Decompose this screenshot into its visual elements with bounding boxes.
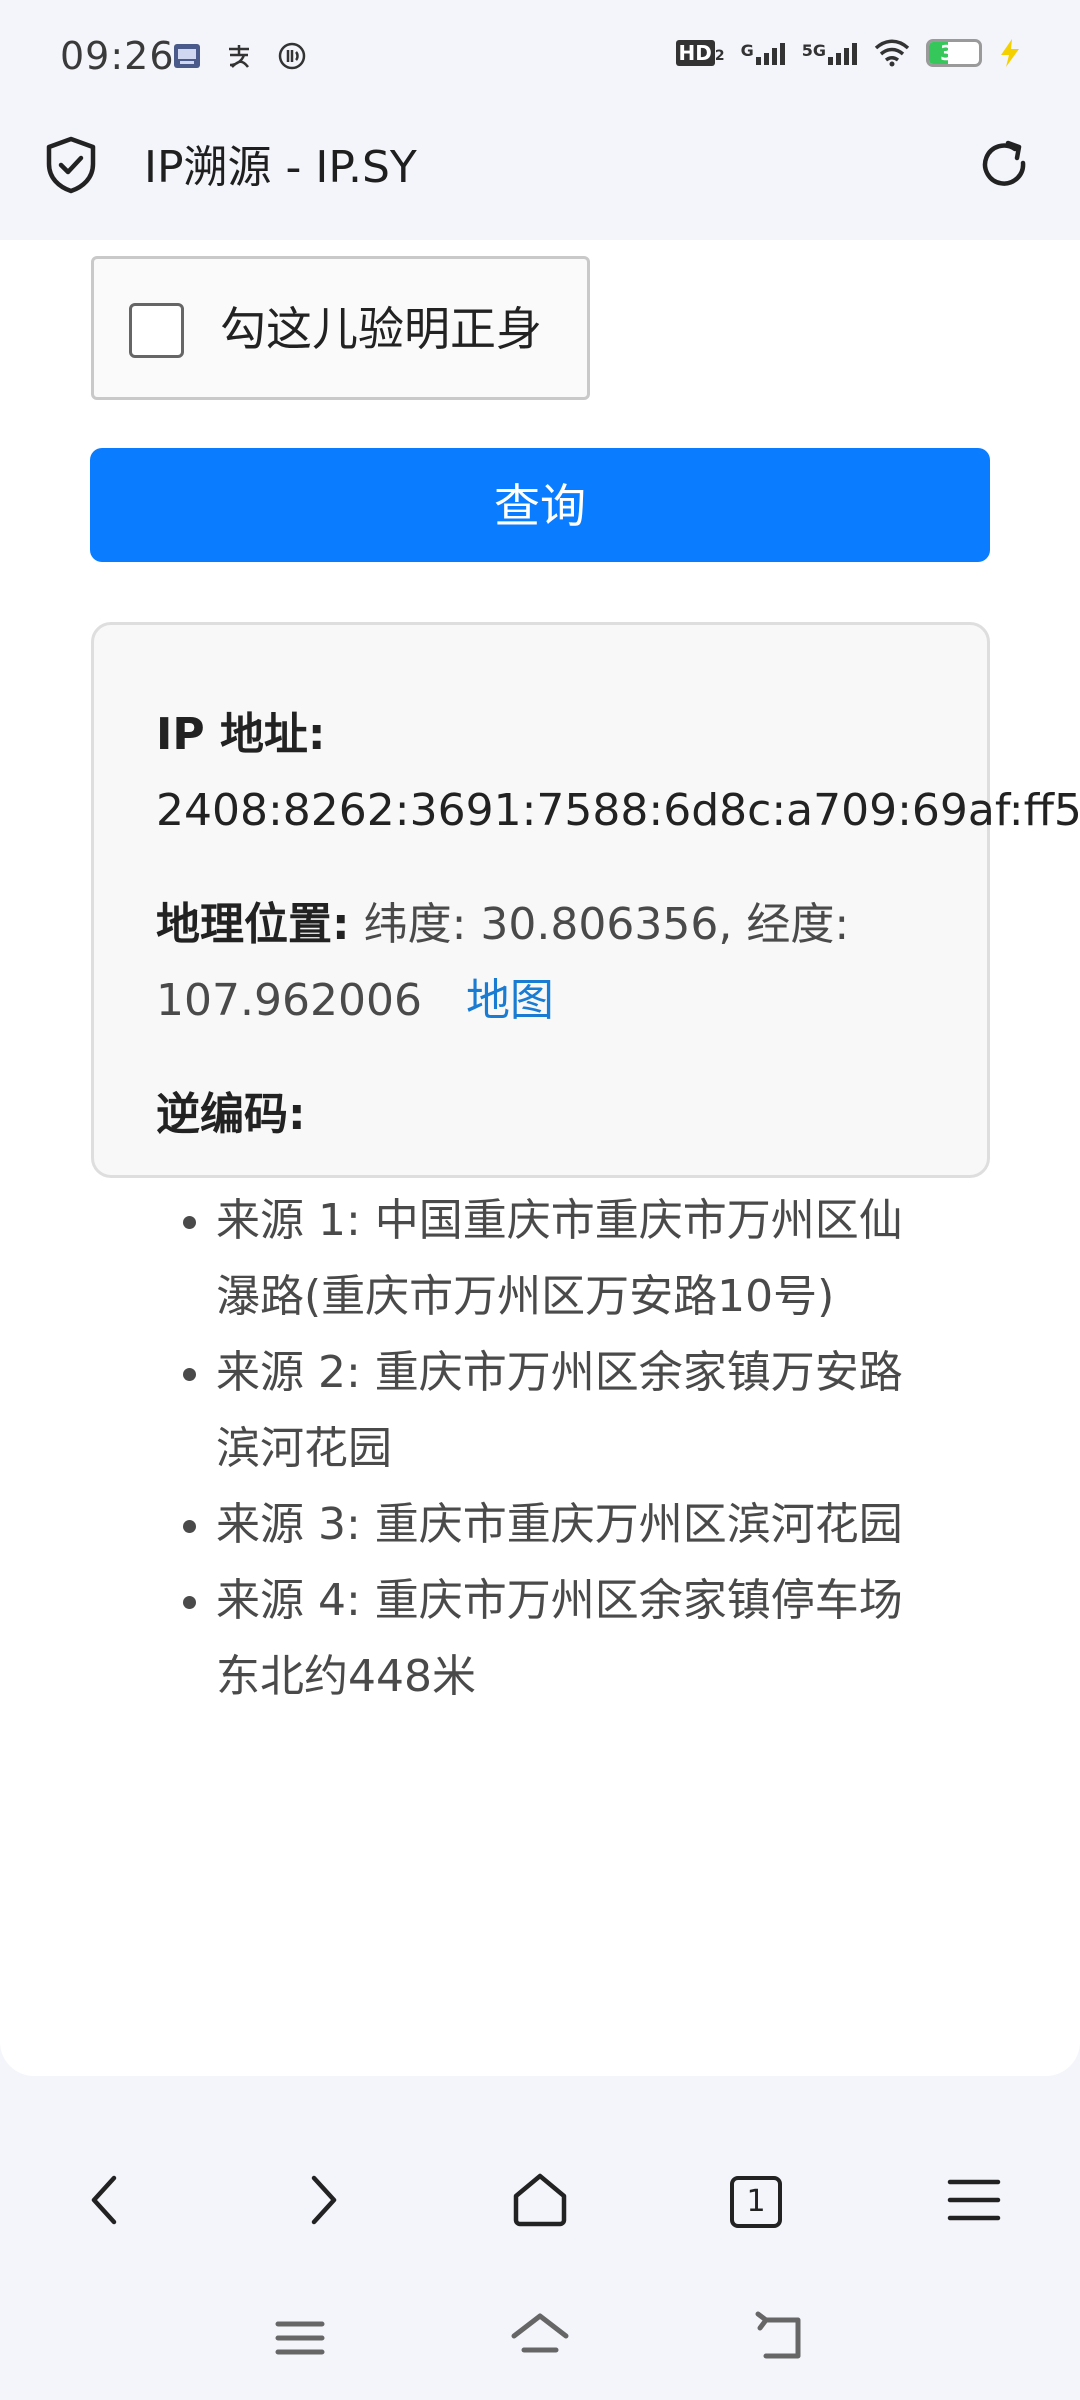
result-card: IP 地址: 2408:8262:3691:7588:6d8c:a709:69a… bbox=[91, 622, 1080, 1702]
web-content: 勾这儿验明正身 查询 IP 地址: 2408:8262:3691:7588:6d… bbox=[0, 240, 1080, 2076]
wifi-icon bbox=[874, 39, 910, 67]
status-time: 09:26 bbox=[60, 34, 175, 78]
query-button[interactable]: 查询 bbox=[90, 448, 990, 562]
system-back-icon[interactable] bbox=[752, 2310, 812, 2366]
geo-location-label: 地理位置: bbox=[156, 899, 350, 950]
tab-count: 1 bbox=[746, 2184, 766, 2219]
app-notification-icon bbox=[174, 44, 200, 68]
geo-lng-line: 107.962006 地图 bbox=[156, 963, 936, 1039]
shield-check-icon[interactable] bbox=[44, 136, 98, 194]
hd-icon: HD 2 bbox=[675, 40, 725, 66]
captcha-label: 勾这儿验明正身 bbox=[220, 302, 542, 356]
tabs-button[interactable]: 1 bbox=[730, 2176, 782, 2228]
result-content: IP 地址: 2408:8262:3691:7588:6d8c:a709:69a… bbox=[156, 697, 1080, 1715]
ip-address-label: IP 地址: bbox=[156, 709, 326, 760]
menu-icon[interactable] bbox=[944, 2168, 1004, 2232]
signal-5g-icon: 5G bbox=[802, 41, 858, 65]
geo-location-line: 地理位置: 纬度: 30.806356, 经度: bbox=[156, 887, 936, 963]
system-home-icon[interactable] bbox=[510, 2310, 570, 2366]
circle-app-icon bbox=[278, 42, 306, 70]
status-bar: 09:26 HD 2 G 5G 37 bbox=[0, 0, 1080, 116]
notification-icons bbox=[172, 40, 308, 72]
list-item: 来源 1: 中国重庆市重庆市万州区仙瀑路(重庆市万州区万安路10号) bbox=[216, 1183, 936, 1335]
geo-lng-value: 107.962006 bbox=[156, 975, 422, 1026]
list-item: 来源 3: 重庆市重庆万州区滨河花园 bbox=[216, 1487, 936, 1563]
geo-lat-value: 纬度: 30.806356, 经度: bbox=[363, 899, 850, 950]
back-icon[interactable] bbox=[76, 2168, 136, 2232]
list-item: 来源 2: 重庆市万州区余家镇万安路滨河花园 bbox=[216, 1335, 936, 1487]
forward-icon[interactable] bbox=[292, 2168, 352, 2232]
page-title[interactable]: IP溯源 - IP.SY bbox=[144, 138, 417, 198]
captcha-checkbox[interactable] bbox=[129, 303, 184, 358]
reload-icon[interactable] bbox=[975, 136, 1033, 194]
map-link[interactable]: 地图 bbox=[466, 975, 554, 1026]
source-list: 来源 1: 中国重庆市重庆市万州区仙瀑路(重庆市万州区万安路10号) 来源 2:… bbox=[156, 1183, 936, 1715]
captcha-widget[interactable]: 勾这儿验明正身 bbox=[91, 256, 590, 400]
reverse-geocode-label: 逆编码: bbox=[156, 1089, 306, 1140]
recent-apps-icon[interactable] bbox=[270, 2310, 330, 2366]
list-item: 来源 4: 重庆市万州区余家镇停车场东北约448米 bbox=[216, 1563, 936, 1715]
ip-address-value: 2408:8262:3691:7588:6d8c:a709:69af:ff59 bbox=[156, 785, 1080, 836]
alipay-icon bbox=[229, 45, 249, 68]
charging-icon bbox=[1001, 39, 1019, 67]
battery-icon: 37 bbox=[926, 39, 982, 67]
signal-g-icon: G bbox=[741, 41, 786, 65]
ip-address-line: IP 地址: bbox=[156, 697, 936, 773]
home-icon[interactable] bbox=[510, 2168, 570, 2232]
system-status-icons: HD 2 G 5G 37 bbox=[675, 38, 1023, 68]
reverse-geocode-line: 逆编码: bbox=[156, 1077, 936, 1153]
